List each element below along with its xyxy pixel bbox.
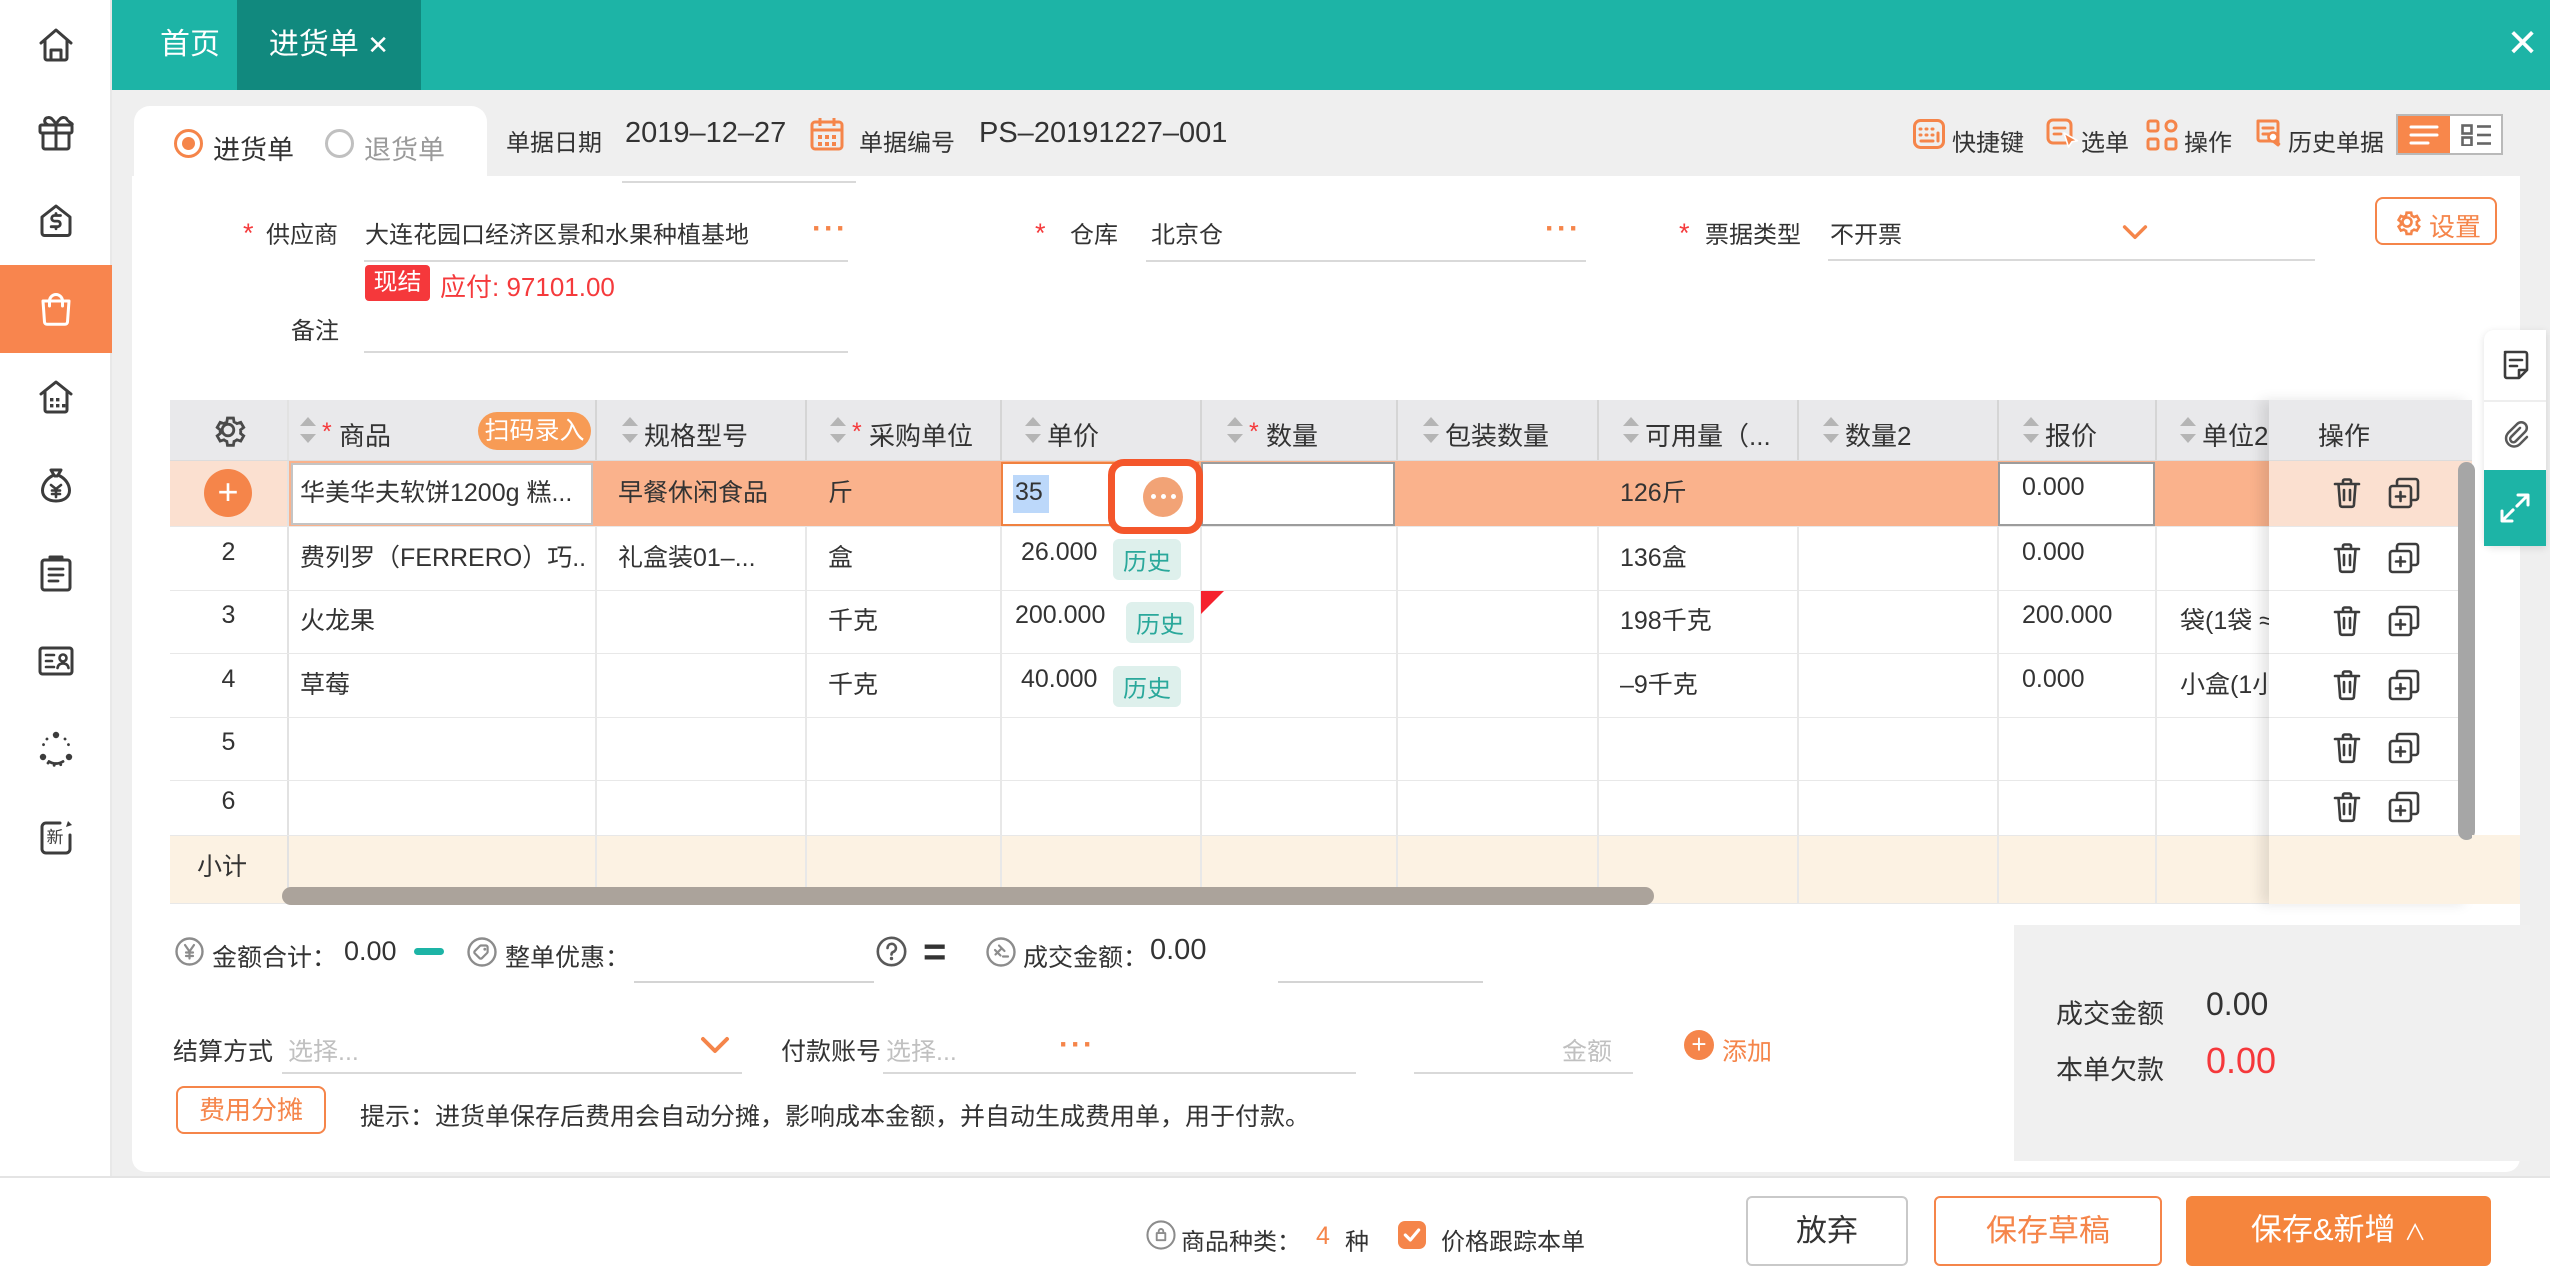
svg-text:新: 新 — [47, 823, 64, 848]
